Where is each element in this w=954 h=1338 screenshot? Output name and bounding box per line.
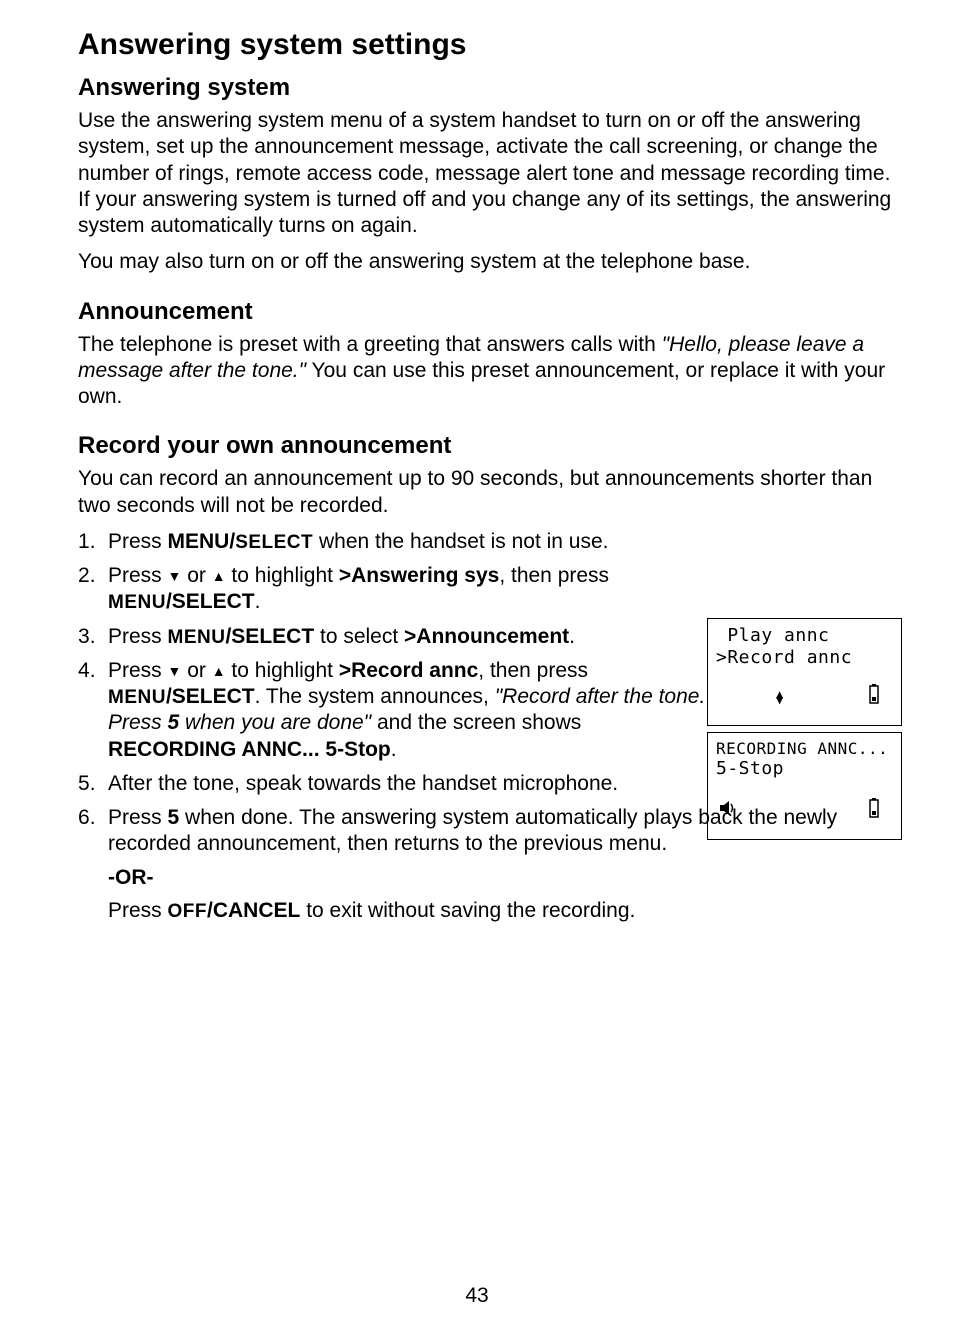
bold-text: >Answering sys <box>339 564 499 587</box>
heading-announcement: Announcement <box>78 298 902 326</box>
bold-text: RECORDING ANNC... 5-Stop <box>108 738 391 761</box>
body-text: Press OFF/CANCEL to exit without saving … <box>108 898 902 924</box>
bold-text: >Record annc <box>339 659 478 682</box>
list-item: Press MENU/SELECT when the handset is no… <box>78 529 902 555</box>
text: when the handset is not in use. <box>313 530 608 553</box>
up-down-icon: ▲▼ <box>776 691 783 703</box>
lcd-line: 5-Stop <box>716 758 893 780</box>
text: to exit without saving the recording. <box>300 899 635 922</box>
lcd-icons-row: ▲▼ <box>708 683 891 711</box>
text: to highlight <box>226 659 339 682</box>
text: Press <box>108 659 168 682</box>
or-text: -OR- <box>108 866 902 890</box>
lcd-line: >Record annc <box>716 647 893 669</box>
list-item: Press or to highlight >Answering sys, th… <box>78 563 710 616</box>
text: . <box>255 590 261 613</box>
lcd-screen-recording: RECORDING ANNC... 5-Stop <box>707 732 902 840</box>
text: , then press <box>478 659 588 682</box>
lcd-screens: Play annc >Record annc ▲▼ RECORDING ANNC… <box>707 618 902 846</box>
text: . The system announces, <box>255 685 495 708</box>
heading-record-announcement: Record your own announcement <box>78 432 902 460</box>
text: . <box>569 625 575 648</box>
body-text: You may also turn on or off the answerin… <box>78 249 902 275</box>
text: or <box>181 659 211 682</box>
text: and the screen shows <box>371 711 581 734</box>
lcd-icons-row <box>708 797 891 825</box>
text: Press <box>108 806 168 829</box>
text: . <box>391 738 397 761</box>
text: to select <box>314 625 404 648</box>
text: Press <box>108 625 168 648</box>
battery-icon <box>867 683 881 711</box>
text: The telephone is preset with a greeting … <box>78 333 662 356</box>
heading-answering-system: Answering system <box>78 74 902 102</box>
italic-bold-text: 5 <box>168 711 180 734</box>
lcd-line: RECORDING ANNC... <box>716 739 893 758</box>
bold-text: MENU/ <box>168 530 236 553</box>
smallcaps-text: MENU <box>108 687 166 708</box>
section-answering-system: Answering system Use the answering syste… <box>78 74 902 276</box>
body-text: Use the answering system menu of a syste… <box>78 108 902 239</box>
body-text: The telephone is preset with a greeting … <box>78 332 902 411</box>
smallcaps-text: OFF <box>168 901 208 922</box>
list-item: Press or to highlight >Record annc, then… <box>78 658 710 763</box>
lcd-screen-play-record: Play annc >Record annc ▲▼ <box>707 618 902 726</box>
smallcaps-text: MENU <box>108 592 166 613</box>
text: to highlight <box>226 564 339 587</box>
speaker-icon <box>718 798 738 824</box>
body-text: You can record an announcement up to 90 … <box>78 466 902 519</box>
triangle-up-icon <box>212 564 226 587</box>
page-number: 43 <box>0 1284 954 1308</box>
section-announcement: Announcement The telephone is preset wit… <box>78 298 902 411</box>
bold-text: >Announcement <box>404 625 569 648</box>
italic-text: when you are done" <box>179 711 371 734</box>
bold-text: /SELECT <box>225 625 314 648</box>
bold-text: /SELECT <box>166 590 255 613</box>
text: Press <box>108 899 168 922</box>
bold-text: /SELECT <box>166 685 255 708</box>
text: , then press <box>499 564 609 587</box>
triangle-down-icon <box>168 564 182 587</box>
lcd-line: Play annc <box>716 625 893 647</box>
page-title: Answering system settings <box>78 28 902 62</box>
bold-text: /CANCEL <box>207 899 300 922</box>
text: Press <box>108 530 168 553</box>
triangle-up-icon <box>212 659 226 682</box>
triangle-down-icon <box>168 659 182 682</box>
text: or <box>181 564 211 587</box>
bold-text: 5 <box>168 806 180 829</box>
text: Press <box>108 564 168 587</box>
smallcaps-text: MENU <box>168 627 226 648</box>
battery-icon <box>867 797 881 825</box>
smallcaps-text: SELECT <box>235 532 313 553</box>
